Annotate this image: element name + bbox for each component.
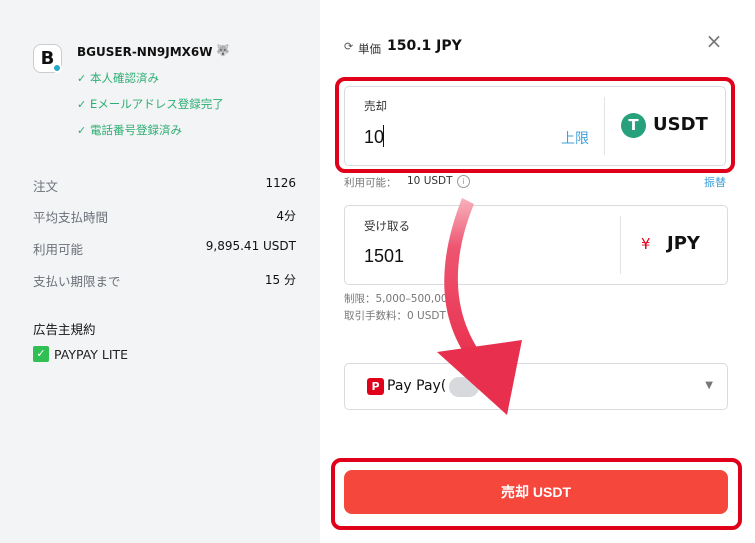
stat-payment-deadline-label: 支払い期限まで xyxy=(33,274,121,289)
refresh-icon[interactable]: ⟳ xyxy=(344,40,353,53)
payment-method-value: Pay Pay( xyxy=(387,378,447,394)
available-balance-value: 10 USDT xyxy=(407,175,453,187)
verified-email: ✓ Eメールアドレス登録完了 xyxy=(77,96,224,112)
stat-orders-value: 1126 xyxy=(265,176,296,190)
stat-avg-pay-time-value: 4分 xyxy=(276,209,296,223)
yen-icon: ¥ xyxy=(641,235,651,253)
trading-fee-text: 取引手数料：0 USDT xyxy=(344,310,446,322)
transfer-link[interactable]: 振替 xyxy=(704,174,726,190)
close-icon[interactable]: × xyxy=(703,30,725,52)
advertiser-username[interactable]: BGUSER-NN9JMX6W xyxy=(77,45,212,59)
check-icon: ✓ xyxy=(77,124,87,137)
stat-available-label: 利用可能 xyxy=(33,242,84,257)
order-limit-text: 制限：5,000–500,000 xyxy=(344,293,455,305)
verified-phone-label: 電話番号登録済み xyxy=(90,123,182,137)
check-icon: ✓ xyxy=(77,72,87,85)
advertiser-payment-method: PAYPAY LITE xyxy=(54,347,129,362)
verified-phone: ✓ 電話番号登録済み xyxy=(77,122,182,138)
unit-price-value: 150.1 JPY xyxy=(387,38,462,54)
field-divider xyxy=(620,216,621,274)
receive-amount-value[interactable]: 1501 xyxy=(364,246,404,267)
receive-amount-field: 受け取る 1501 ¥ JPY xyxy=(344,205,728,285)
stat-avg-pay-time-label: 平均支払時間 xyxy=(33,210,109,225)
highlight-frame-submit xyxy=(331,458,742,530)
verified-identity: ✓ 本人確認済み xyxy=(77,70,159,86)
paypay-lite-icon: ✓ xyxy=(33,346,49,362)
redacted-blur xyxy=(449,377,479,397)
verified-email-label: Eメールアドレス登録完了 xyxy=(90,97,224,111)
unit-price-label: 単価 xyxy=(358,42,381,56)
fox-icon: 🐺 xyxy=(216,44,230,57)
available-balance-label: 利用可能： xyxy=(344,177,397,189)
p2p-sell-dialog: B BGUSER-NN9JMX6W 🐺 ✓ 本人確認済み ✓ Eメールアドレス登録完… xyxy=(0,0,755,543)
verified-identity-label: 本人確認済み xyxy=(90,71,159,85)
advertiser-terms-title: 広告主規約 xyxy=(33,322,96,337)
receive-label: 受け取る xyxy=(364,219,410,233)
stat-available-value: 9,895.41 USDT xyxy=(205,239,296,253)
receive-currency: JPY xyxy=(667,233,700,254)
stat-payment-deadline-value: 15 分 xyxy=(264,273,296,287)
advertiser-panel: B BGUSER-NN9JMX6W 🐺 ✓ 本人確認済み ✓ Eメールアドレス登録完… xyxy=(0,0,320,543)
online-status-dot xyxy=(52,63,62,73)
info-icon[interactable]: i xyxy=(457,175,470,188)
chevron-down-icon: ▼ xyxy=(705,380,713,391)
payment-method-select[interactable]: P Pay Pay( ▼ xyxy=(344,363,728,410)
stat-orders-label: 注文 xyxy=(33,179,59,194)
highlight-frame-sell-field xyxy=(335,77,735,173)
check-icon: ✓ xyxy=(77,98,87,111)
paypay-icon: P xyxy=(367,378,384,395)
